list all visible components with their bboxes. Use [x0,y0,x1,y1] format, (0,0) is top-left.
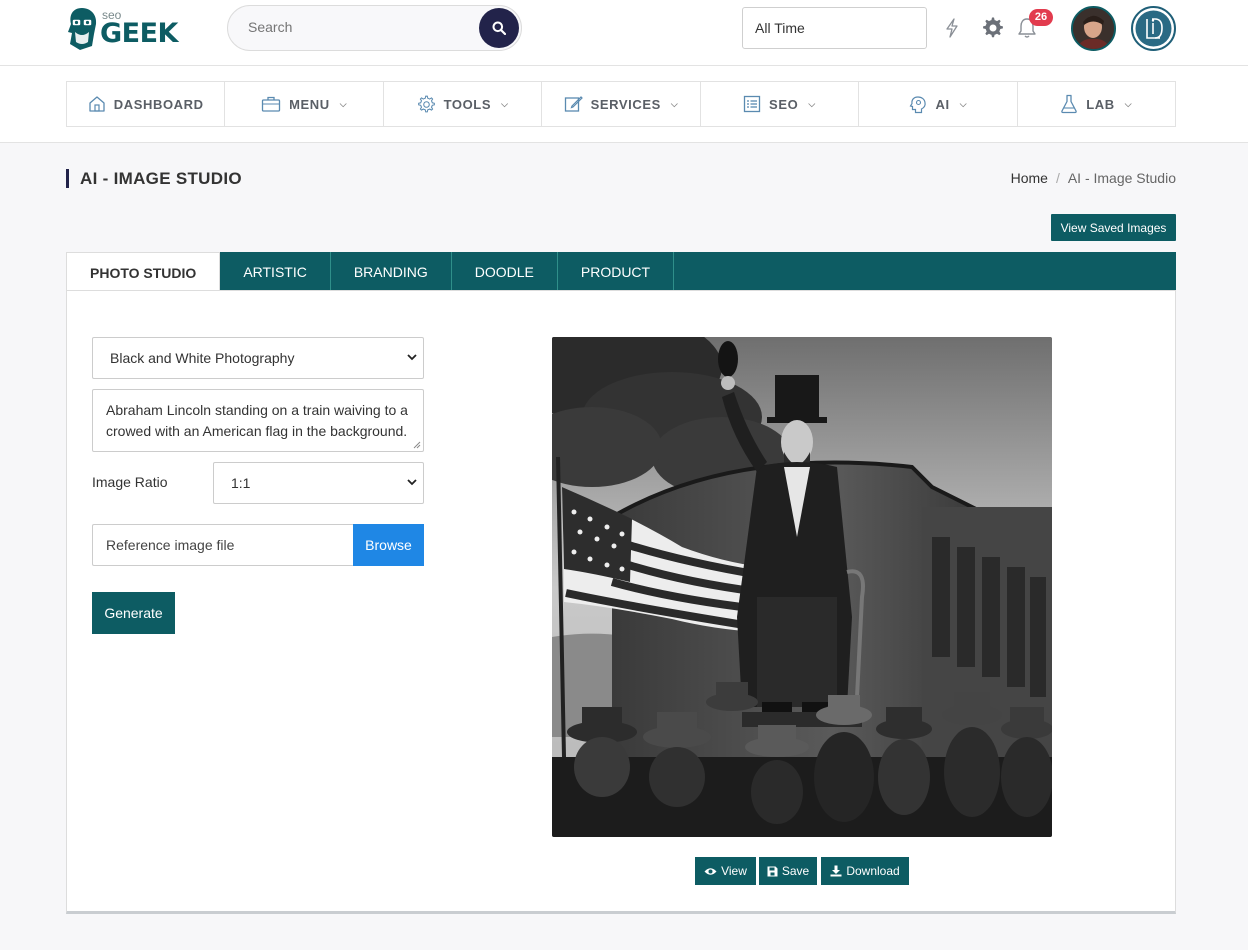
chevron-down-icon: ⌵ [1124,98,1133,109]
geek-mascot-icon [68,8,97,50]
tab-doodle[interactable]: DOODLE [452,252,558,291]
studio-tabs: PHOTO STUDIO ARTISTIC BRANDING DOODLE PR… [66,252,1176,292]
logo[interactable]: seo GEEK [66,6,178,54]
nav-label-tools: TOOLS [443,96,492,112]
photo-style-select[interactable]: Black and White Photography [92,337,424,379]
briefcase-icon [261,96,281,112]
secondary-avatar[interactable] [1131,6,1176,51]
reference-image-file-input[interactable]: Reference image file [92,524,354,566]
time-filter-select[interactable]: All Time [742,7,927,49]
download-label: Download [846,864,900,878]
eye-icon [704,867,717,875]
chevron-down-icon: ⌵ [670,98,679,109]
generate-button[interactable]: Generate [92,592,175,634]
nav-label-services: SERVICES [590,96,661,112]
search-button[interactable] [479,8,519,48]
search-input[interactable] [248,19,468,35]
save-image-button[interactable]: Save [759,857,817,885]
nav-label-menu: MENU [289,96,330,112]
main-nav: DASHBOARD MENU ⌵ TOOLS ⌵ SERVICES ⌵ SEO … [66,81,1176,127]
breadcrumb: Home / AI - Image Studio [1011,170,1176,186]
chevron-down-icon: ⌵ [339,98,348,109]
chevron-down-icon [407,354,417,361]
nav-label-seo: SEO [769,96,799,112]
image-ratio-select[interactable]: 1:1 [213,462,424,504]
list-icon [743,95,761,113]
edit-icon [564,96,583,112]
monogram-icon [1135,10,1172,47]
tab-artistic[interactable]: ARTISTIC [220,252,331,291]
logo-geek-text: GEEK [100,18,178,49]
download-icon [830,865,842,877]
view-label: View [721,864,747,878]
image-ratio-label: Image Ratio [92,474,168,490]
nav-item-menu[interactable]: MENU ⌵ [225,82,384,126]
chevron-down-icon: ⌵ [501,98,509,109]
resize-handle-icon[interactable] [413,441,421,449]
main-nav-wrapper: DASHBOARD MENU ⌵ TOOLS ⌵ SERVICES ⌵ SEO … [0,66,1248,143]
nav-item-ai[interactable]: AI ⌵ [859,82,1018,126]
brain-icon [909,95,926,113]
nav-label-ai: AI [935,96,950,112]
nav-item-tools[interactable]: TOOLS ⌵ [384,82,543,126]
chevron-down-icon: ⌵ [959,98,968,109]
search-icon [492,21,506,35]
tab-product[interactable]: PRODUCT [558,252,675,291]
breadcrumb-current: AI - Image Studio [1067,170,1176,186]
generated-image[interactable] [552,337,1052,837]
tab-photo-studio[interactable]: PHOTO STUDIO [66,252,221,292]
user-avatar[interactable] [1071,6,1116,51]
top-header: seo GEEK All Time 26 [0,0,1248,66]
nav-item-dashboard[interactable]: DASHBOARD [67,82,226,126]
lightning-icon[interactable] [944,16,960,40]
nav-item-services[interactable]: SERVICES ⌵ [542,82,701,126]
settings-gear-icon[interactable] [981,16,1005,40]
nav-item-lab[interactable]: LAB ⌵ [1018,82,1175,126]
nav-label-dashboard: DASHBOARD [113,96,204,112]
chevron-down-icon: ⌵ [808,98,816,109]
flask-icon [1061,94,1078,114]
home-icon [89,96,105,112]
nav-label-lab: LAB [1086,96,1115,112]
floppy-disk-icon [767,866,778,876]
notification-badge: 26 [1029,9,1053,26]
view-saved-images-button[interactable]: View Saved Images [1051,214,1176,241]
chevron-down-icon [407,479,417,486]
tab-branding[interactable]: BRANDING [331,252,452,291]
prompt-textarea[interactable]: Abraham Lincoln standing on a train waiv… [92,389,424,452]
breadcrumb-home[interactable]: Home [1011,170,1048,186]
save-label: Save [781,864,810,878]
view-image-button[interactable]: View [695,857,756,885]
breadcrumb-separator: / [1055,170,1060,186]
gear-icon [417,95,435,112]
search-box [227,5,522,51]
nav-item-seo[interactable]: SEO ⌵ [701,82,860,126]
browse-button[interactable]: Browse [353,524,424,566]
download-image-button[interactable]: Download [821,857,909,885]
page-title: AI - IMAGE STUDIO [66,169,242,188]
